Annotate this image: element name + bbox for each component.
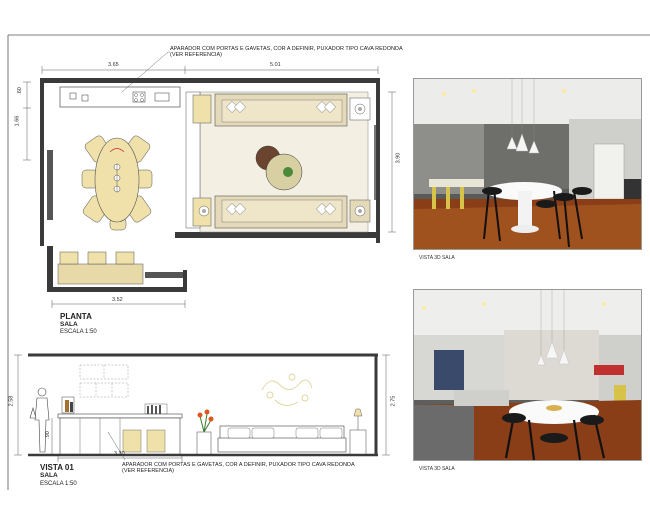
render-3d-1-image [414,79,641,249]
render-3d-2-caption: VISTA 3D SALA [419,466,455,472]
dim-left-top: .60 [16,87,23,95]
dim-left-mid: 1.66 [14,115,21,127]
dining-table-plan [81,135,153,231]
render-3d-1-caption: VISTA 3D SALA [419,255,455,261]
elev-dim-bottom: 3.30 [114,451,125,457]
dim-bottom: 3.52 [112,297,123,303]
elev-dim-cabinet: .90 [44,431,51,439]
plan-title: PLANTA [60,312,92,321]
plan-note-line2: (VER REFERENCIA) [170,52,222,58]
sideboard-elevation [57,413,183,455]
elev-scale: ESCALA 1:50 [40,481,77,487]
wall-art-ornament [261,373,313,406]
sofa-elevation [217,425,347,453]
elev-dim-left: 2.58 [8,395,15,407]
render-3d-2 [413,289,642,461]
plan-scale: ESCALA 1:50 [60,329,97,335]
sofa-top [214,93,348,127]
elev-dim-right: 2.75 [390,395,397,407]
sofa-bottom [214,195,348,229]
elev-title: VISTA 01 [40,463,74,472]
render-3d-2-image [414,290,641,460]
dim-right-mid: 3.90 [395,152,402,164]
plan-room: SALA [60,321,78,328]
floor-plan [23,51,396,308]
elev-room: SALA [40,472,58,479]
render-3d-1 [413,78,642,250]
elevation-vista-01 [14,353,390,462]
scale-human-figure [29,387,50,453]
elev-note-line2: (VER REFERENCIA) [122,468,174,474]
dim-top-right: 5.01 [270,62,281,68]
dim-top-left: 3.65 [108,62,119,68]
